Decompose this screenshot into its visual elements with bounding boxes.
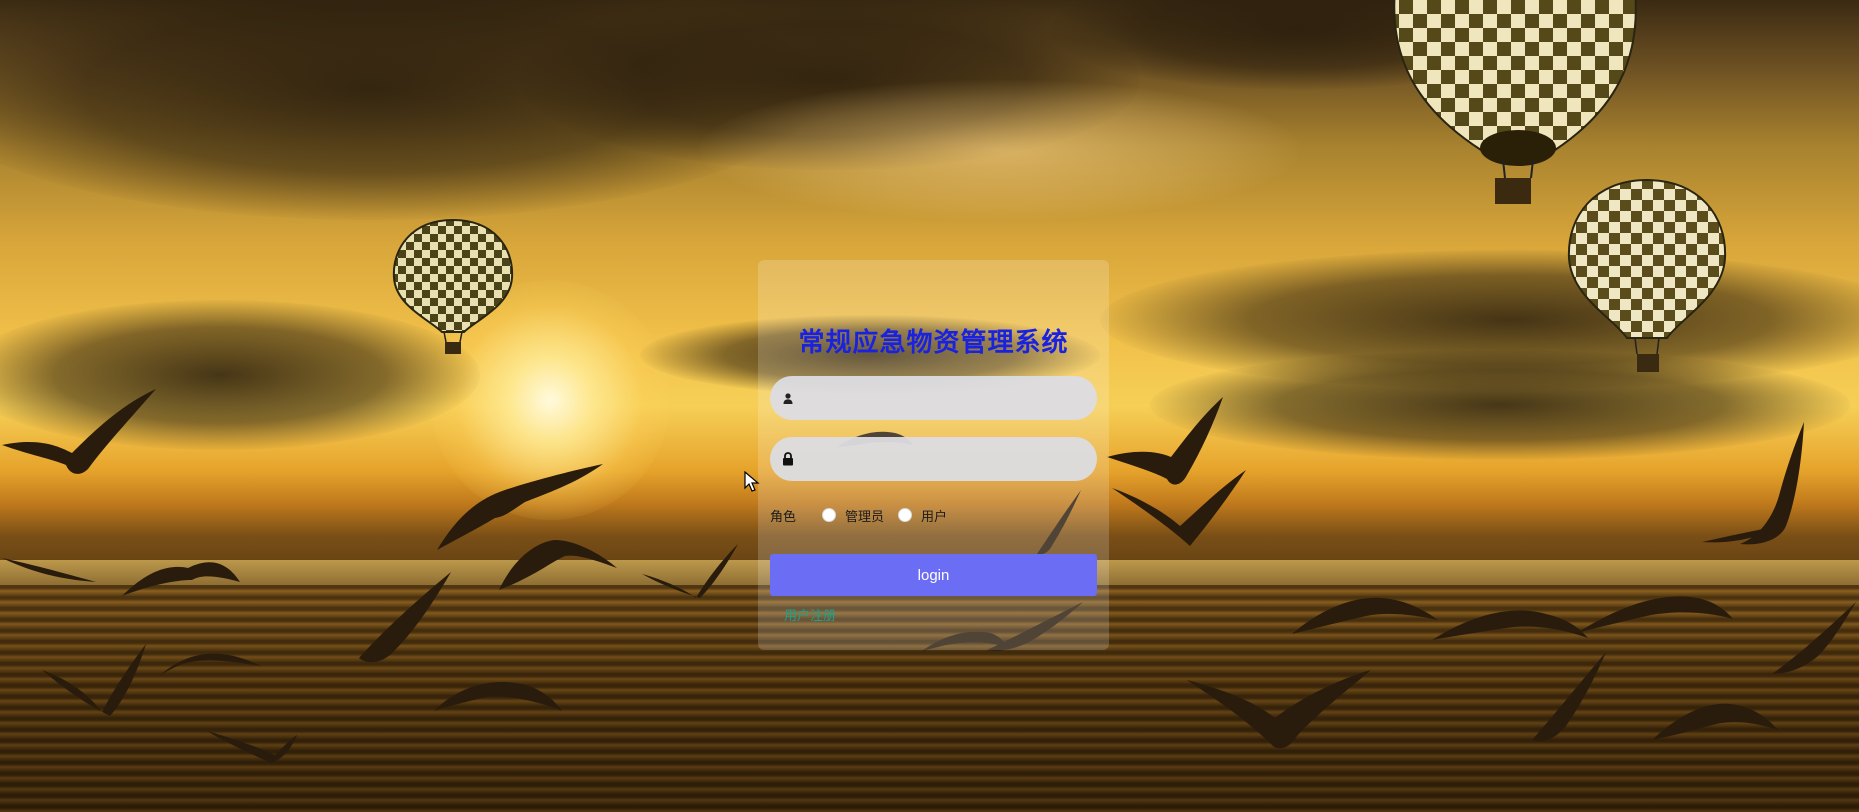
seagull bbox=[1577, 596, 1733, 633]
role-option-label[interactable]: 用户 bbox=[921, 506, 947, 525]
seagull bbox=[1702, 422, 1804, 545]
role-selector: 角色 管理员 用户 bbox=[770, 503, 1097, 527]
background-scene: 常规应急物资管理系统 角色 管理员 用户 login 用户注册 bbox=[0, 0, 1859, 812]
role-radio-user[interactable] bbox=[898, 508, 913, 522]
user-icon bbox=[778, 388, 798, 408]
password-input[interactable] bbox=[798, 436, 1097, 482]
role-option-label[interactable]: 管理员 bbox=[845, 506, 884, 525]
seagull bbox=[642, 544, 738, 598]
seagull bbox=[1652, 703, 1778, 740]
seagull bbox=[122, 562, 240, 596]
seagull bbox=[42, 644, 146, 716]
password-field[interactable] bbox=[770, 436, 1097, 482]
hot-air-balloon bbox=[1567, 178, 1727, 372]
cloud bbox=[700, 80, 1300, 220]
seagull bbox=[2, 389, 156, 474]
register-link[interactable]: 用户注册 bbox=[784, 605, 836, 624]
page-title: 常规应急物资管理系统 bbox=[798, 328, 1069, 358]
role-label: 角色 bbox=[770, 509, 797, 525]
seagull bbox=[1532, 652, 1606, 742]
seagull bbox=[1292, 597, 1438, 634]
seagull bbox=[499, 540, 617, 590]
login-button[interactable]: login bbox=[770, 554, 1097, 596]
username-field[interactable] bbox=[770, 375, 1097, 421]
seagull bbox=[359, 572, 451, 663]
seagull bbox=[1432, 610, 1588, 640]
seagull bbox=[159, 653, 261, 676]
username-input[interactable] bbox=[798, 375, 1097, 421]
seagull bbox=[1112, 470, 1246, 546]
seagull bbox=[207, 731, 297, 763]
seagull bbox=[1772, 602, 1856, 674]
seagull bbox=[1187, 670, 1371, 749]
hot-air-balloon bbox=[392, 218, 514, 354]
login-panel: 常规应急物资管理系统 角色 管理员 用户 login 用户注册 bbox=[758, 260, 1109, 650]
seagull bbox=[2, 558, 96, 582]
lock-icon bbox=[778, 449, 798, 469]
seagull bbox=[434, 682, 562, 711]
role-radio-admin[interactable] bbox=[822, 508, 837, 522]
mouse-cursor-icon bbox=[744, 471, 760, 492]
